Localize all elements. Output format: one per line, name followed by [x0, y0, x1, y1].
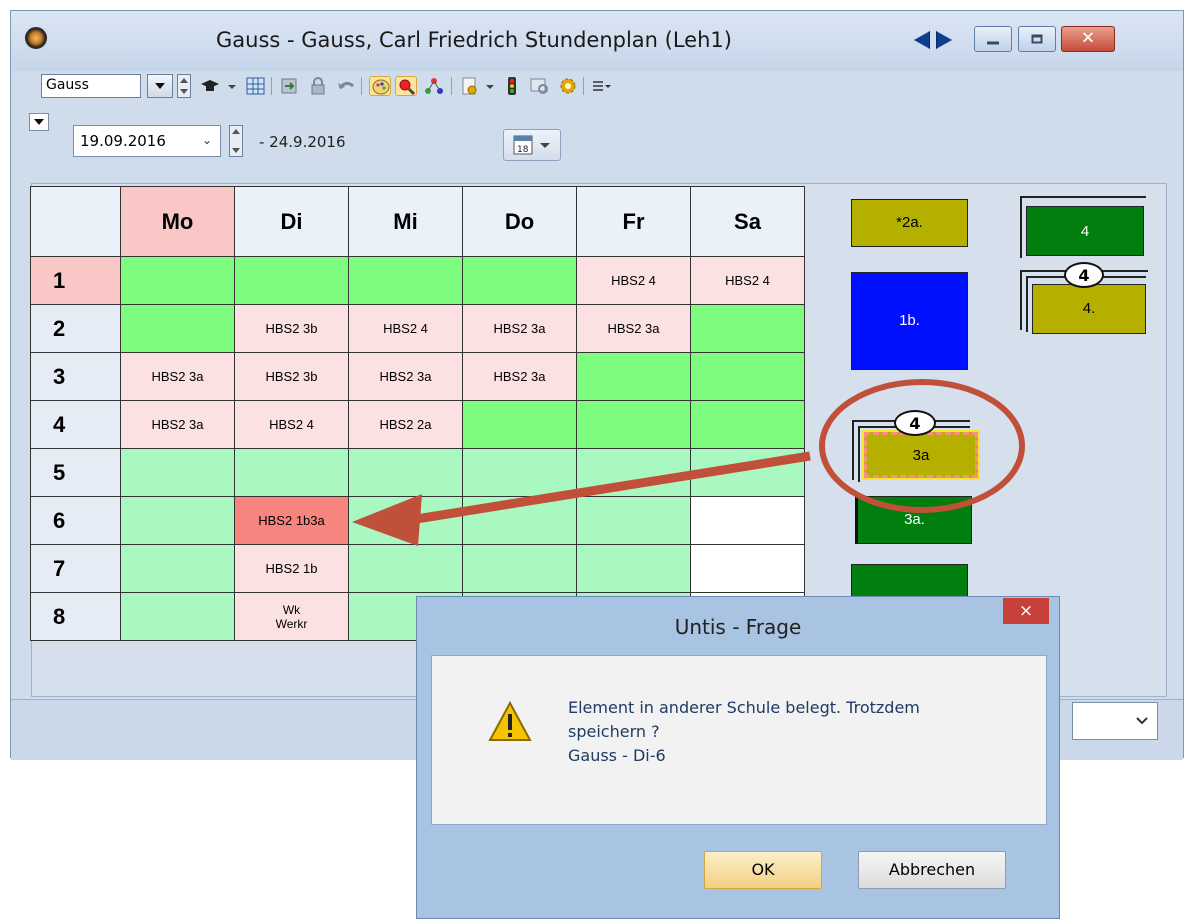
ok-button[interactable]: OK [704, 851, 822, 889]
arrow-shaft [409, 451, 811, 525]
cancel-button[interactable]: Abbrechen [858, 851, 1006, 889]
dialog-close-button[interactable]: × [1003, 598, 1049, 624]
highlight-circle [819, 379, 1025, 513]
message-line: speichern ? [568, 722, 660, 741]
arrow-head-icon [352, 494, 422, 546]
message-line: Gauss - Di-6 [568, 746, 666, 765]
dialog-title-bar[interactable]: Untis - Frage × [417, 597, 1059, 655]
dialog-body: Element in anderer Schule belegt. Trotzd… [431, 655, 1047, 825]
message-line: Element in anderer Schule belegt. Trotzd… [568, 698, 920, 717]
dialog-message: Element in anderer Schule belegt. Trotzd… [568, 696, 1028, 768]
warning-icon [488, 700, 532, 741]
dialog-title: Untis - Frage [674, 615, 802, 639]
question-dialog: Untis - Frage × Element in anderer Schul… [416, 596, 1060, 919]
